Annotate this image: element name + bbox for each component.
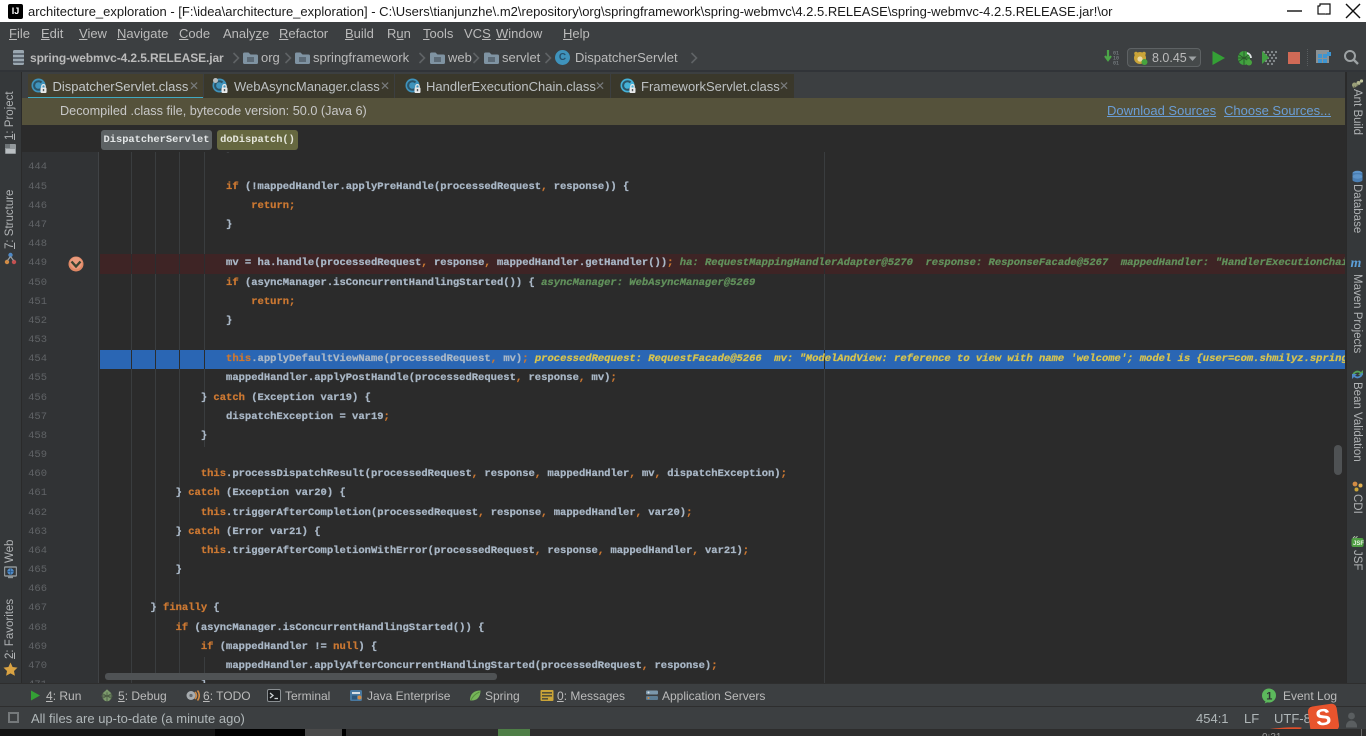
svg-text:JSF: JSF [1353, 541, 1364, 547]
svg-text:1: 1 [1266, 691, 1272, 703]
svg-text:01: 01 [1113, 61, 1119, 67]
